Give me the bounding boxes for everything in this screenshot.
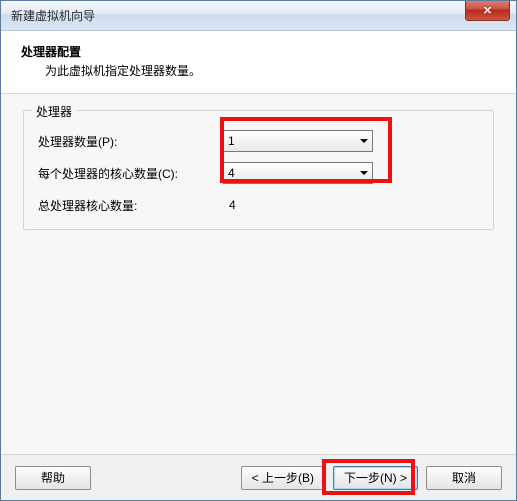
select-processor-count-wrap [223, 130, 373, 152]
select-processor-count[interactable] [223, 130, 373, 152]
groupbox-legend: 处理器 [32, 103, 76, 120]
label-processor-count: 处理器数量(P): [38, 133, 223, 150]
close-button[interactable]: ✕ [465, 1, 510, 21]
back-button[interactable]: < 上一步(B) [241, 466, 325, 490]
value-total-cores: 4 [223, 198, 373, 212]
wizard-window: 新建虚拟机向导 ✕ 处理器配置 为此虚拟机指定处理器数量。 处理器 处理器数量(… [0, 0, 517, 501]
row-cores-per-processor: 每个处理器的核心数量(C): [38, 161, 479, 185]
close-icon: ✕ [483, 4, 492, 17]
wizard-content: 处理器 处理器数量(P): 每个处理器的核心数量(C): 总处理器核心数量: 4 [1, 94, 516, 454]
label-total-cores: 总处理器核心数量: [38, 197, 223, 214]
label-cores-per-processor: 每个处理器的核心数量(C): [38, 165, 223, 182]
wizard-header: 处理器配置 为此虚拟机指定处理器数量。 [1, 31, 516, 94]
next-button[interactable]: 下一步(N) > [333, 466, 418, 490]
header-title: 处理器配置 [21, 43, 496, 60]
help-button[interactable]: 帮助 [15, 466, 91, 490]
select-cores-per-wrap [223, 162, 373, 184]
select-cores-per-processor[interactable] [223, 162, 373, 184]
cancel-button[interactable]: 取消 [426, 466, 502, 490]
header-subtitle: 为此虚拟机指定处理器数量。 [21, 62, 496, 79]
wizard-footer: 帮助 < 上一步(B) 下一步(N) > 取消 [1, 454, 516, 500]
row-processor-count: 处理器数量(P): [38, 129, 479, 153]
titlebar: 新建虚拟机向导 ✕ [1, 1, 516, 31]
row-total-cores: 总处理器核心数量: 4 [38, 193, 479, 217]
window-title: 新建虚拟机向导 [11, 7, 95, 24]
processor-groupbox: 处理器 处理器数量(P): 每个处理器的核心数量(C): 总处理器核心数量: 4 [23, 110, 494, 230]
